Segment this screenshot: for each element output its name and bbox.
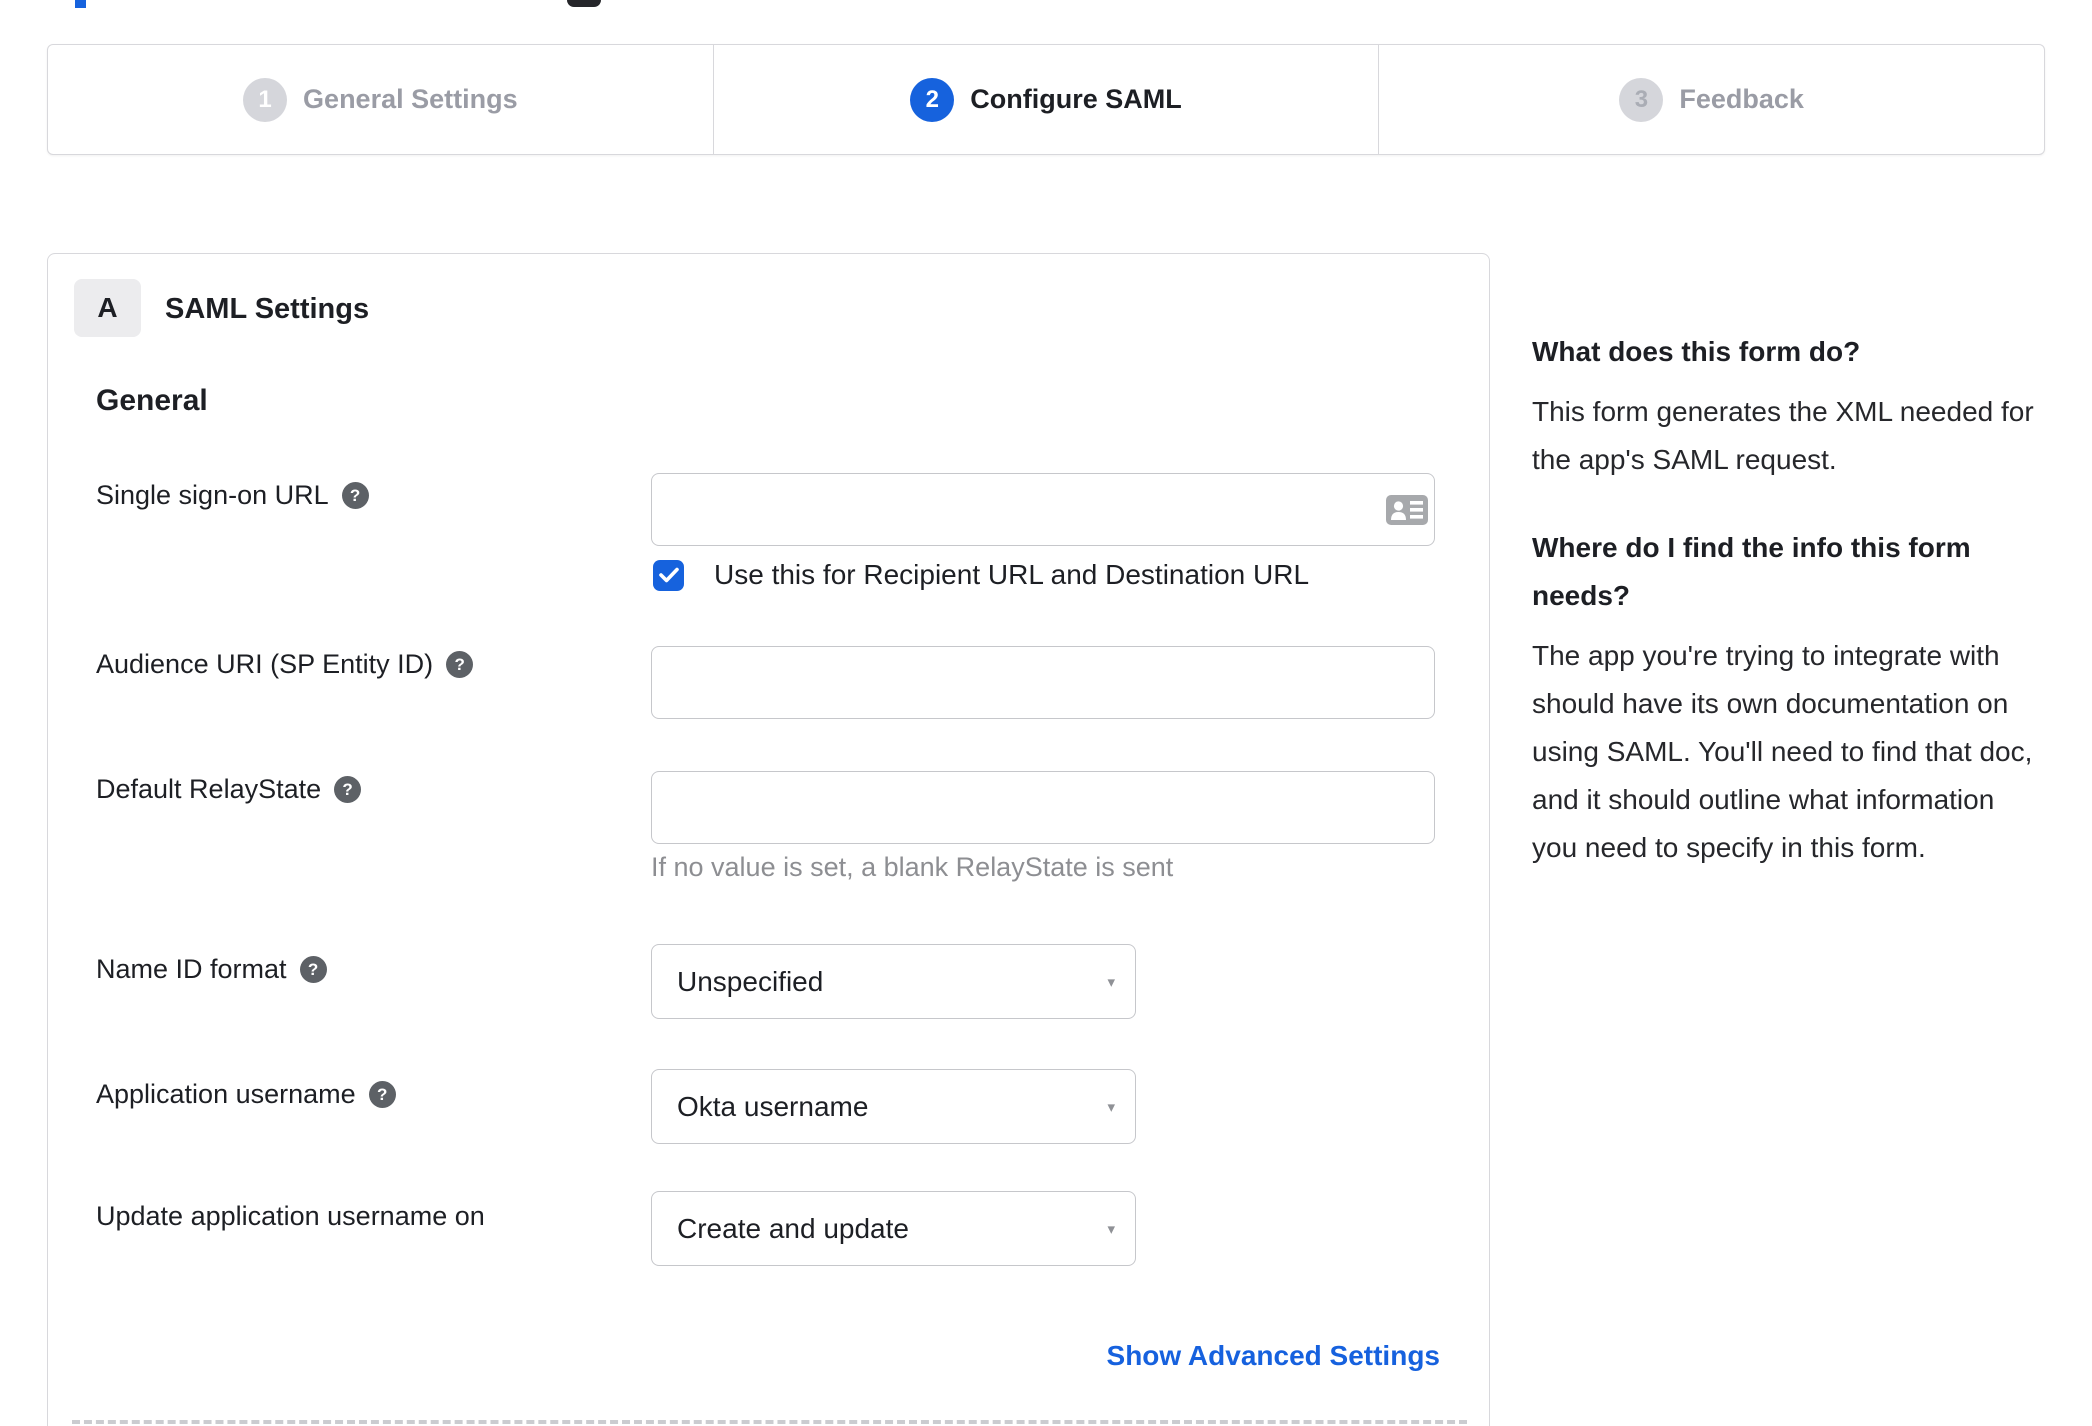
name-id-format-label: Name ID format ? <box>96 954 327 985</box>
default-relaystate-input[interactable] <box>651 771 1435 844</box>
show-advanced-settings-link[interactable]: Show Advanced Settings <box>1107 1340 1440 1372</box>
step-1-circle: 1 <box>243 77 288 122</box>
recipient-url-checkbox[interactable] <box>653 559 684 591</box>
application-username-select[interactable]: Okta username ▾ <box>651 1069 1136 1144</box>
chevron-down-icon: ▾ <box>1107 973 1115 991</box>
step-general-settings[interactable]: 1 General Settings <box>48 45 713 154</box>
audience-uri-input[interactable] <box>651 646 1435 719</box>
update-app-username-select[interactable]: Create and update ▾ <box>651 1191 1136 1266</box>
recipient-url-checkbox-row: Use this for Recipient URL and Destinati… <box>653 559 1309 591</box>
audience-uri-label-text: Audience URI (SP Entity ID) <box>96 649 434 679</box>
saml-settings-panel: A SAML Settings General Single sign-on U… <box>47 253 1490 1426</box>
default-relaystate-label-text: Default RelayState <box>96 774 322 804</box>
configure-saml-page: 1 General Settings 2 Configure SAML 3 Fe… <box>0 0 2092 1426</box>
chevron-down-icon: ▾ <box>1107 1220 1115 1238</box>
help-icon[interactable]: ? <box>368 1081 396 1108</box>
help-sidebar: What does this form do? This form genera… <box>1532 328 2037 872</box>
update-app-username-value: Create and update <box>677 1212 909 1244</box>
recipient-url-checkbox-label: Use this for Recipient URL and Destinati… <box>714 559 1310 590</box>
section-a-badge: A <box>74 279 141 337</box>
toggle-fragment <box>567 0 601 7</box>
help-icon[interactable]: ? <box>341 482 369 509</box>
step-2-label: Configure SAML <box>970 84 1182 114</box>
section-divider <box>72 1420 1467 1424</box>
name-id-format-label-text: Name ID format <box>96 954 287 984</box>
panel-title: SAML Settings <box>165 293 370 325</box>
audience-uri-label: Audience URI (SP Entity ID) ? <box>96 649 474 680</box>
single-sign-on-url-label-text: Single sign-on URL <box>96 480 329 510</box>
sidebar-answer-2: The app you're trying to integrate with … <box>1532 640 2033 863</box>
check-icon <box>658 567 679 583</box>
chevron-down-icon: ▾ <box>1107 1098 1115 1116</box>
step-3-label: Feedback <box>1679 84 1804 114</box>
step-feedback[interactable]: 3 Feedback <box>1378 45 2044 154</box>
help-icon[interactable]: ? <box>299 956 327 983</box>
help-icon[interactable]: ? <box>446 651 474 678</box>
general-section-heading: General <box>96 384 208 417</box>
name-id-format-value: Unspecified <box>677 965 824 997</box>
relaystate-hint: If no value is set, a blank RelayState i… <box>651 852 1174 882</box>
default-relaystate-label: Default RelayState ? <box>96 774 362 805</box>
step-1-label: General Settings <box>303 84 518 114</box>
wizard-stepper: 1 General Settings 2 Configure SAML 3 Fe… <box>47 44 2045 155</box>
single-sign-on-url-label: Single sign-on URL ? <box>96 480 369 511</box>
update-app-username-label: Update application username on <box>96 1201 485 1232</box>
sidebar-answer-1: This form generates the XML needed for t… <box>1532 396 2034 475</box>
step-2-circle: 2 <box>910 77 955 122</box>
application-username-label: Application username ? <box>96 1079 396 1110</box>
tab-underline-fragment <box>75 0 86 8</box>
name-id-format-select[interactable]: Unspecified ▾ <box>651 944 1136 1019</box>
help-icon[interactable]: ? <box>334 776 362 803</box>
application-username-value: Okta username <box>677 1090 869 1122</box>
update-app-username-label-text: Update application username on <box>96 1201 485 1231</box>
application-username-label-text: Application username <box>96 1079 356 1109</box>
single-sign-on-url-input[interactable] <box>651 473 1435 546</box>
step-3-circle: 3 <box>1619 77 1664 122</box>
step-configure-saml[interactable]: 2 Configure SAML <box>712 45 1379 154</box>
sidebar-question-1: What does this form do? <box>1532 336 1861 367</box>
sidebar-question-2: Where do I find the info this form needs… <box>1532 532 1971 611</box>
